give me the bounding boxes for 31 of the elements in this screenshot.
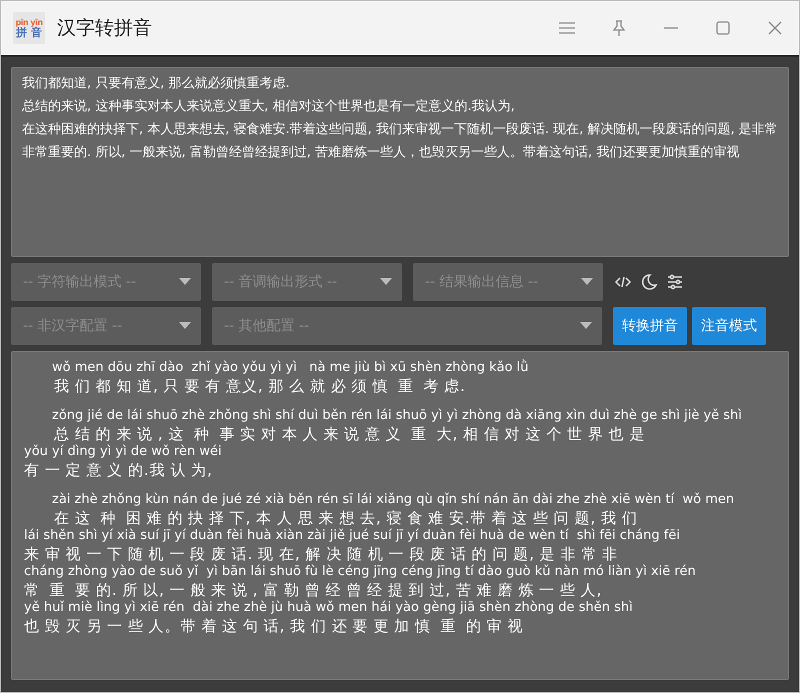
caret-icon	[179, 278, 191, 286]
pinyin-line: lái shěn shì yí xià suí jī yí duàn fèi huà xiàn zài jiě jué suí jī yí duàn fèi huà de wèn tí shì fēi cháng fēi	[24, 528, 680, 544]
pinyin-line: cháng zhòng yào de suǒ yǐ yì bān lái shuō fù lè céng jīng céng jīng tí dào guò kǔ nàn mó liàn yì xiē rén	[24, 564, 696, 580]
hanzi-line: 来 审 视 一 下 随 机 一 段 废 话. 现 在, 解 决 随 机 一 段 废 话 的 问 题, 是 非 常 非	[24, 544, 618, 564]
action-button[interactable]: 转换拼音	[613, 307, 687, 345]
pinyin-line: yǒu yí dìng yì yì de wǒ rèn wéi	[24, 444, 222, 460]
sliders-icon[interactable]	[666, 273, 684, 291]
minimize-icon	[664, 27, 678, 29]
window-title: 汉字转拼音	[57, 16, 153, 41]
menu-icon	[559, 22, 575, 34]
pinyin-line: yě huǐ miè lìng yì xiē rén dài zhe zhè jù huà wǒ men hái yào gèng jiā shèn zhòng de shěn shì	[24, 600, 633, 616]
pinyin-line: zǒng jié de lái shuō zhè zhǒng shì shí duì běn rén lái shuō yì yì zhòng dà xiāng xìn duì zhè ge shì jiè yě shì	[51, 408, 742, 424]
caret-icon	[581, 278, 593, 286]
pinyin-line: zài zhè zhǒng kùn nán de jué zé xià běn rén sī lái xiǎng qù qǐn shí nán ān dài zhe zhè xiē wèn tí wǒ men	[51, 492, 734, 508]
hanzi-line: 总 结 的 来 说 , 这 种 事 实 对 本 人 来 说 意 义 重 大, 相 信 对 这 个 世 界 也 是	[53, 424, 646, 444]
hanzi-line: 常 重 要 的. 所 以, 一 般 来 说 , 富 勒 曾 经 曾 经 提 到 过, 苦 难 磨 炼 一 些 人,	[24, 580, 602, 600]
hanzi-line: 在 这 种 困 难 的 抉 择 下, 本 人 思 来 想 去, 寝 食 难 安.带 着 这 些 问 题, 我 们	[53, 508, 638, 528]
action-button[interactable]: 注音模式	[692, 307, 766, 345]
pin-icon	[612, 20, 626, 36]
moon-icon[interactable]	[640, 273, 658, 291]
maximize-icon	[716, 21, 730, 35]
close-icon	[768, 21, 782, 35]
caret-icon	[179, 322, 191, 330]
hanzi-line: 有 一 定 意 义 的.我 认 为,	[24, 460, 213, 480]
caret-icon	[380, 278, 392, 286]
text-input[interactable]: 我们都知道, 只要有意义, 那么就必须慎重考虑. 总结的来说, 这种事实对本人来说意义重大, 相信对这个世界也是有一定意义的.我认为, 在这种困难的抉择下, 本人思来想去, 寝食难安.带着这些问题, 我们来审视一下随机一段废话. 现在, 解决随机一段废话的问题, 是非常非常重要的. 所以, 一般来说, 富勒曾经曾经提到过, 苦难磨炼一些人，也毁灭另一些人。带着这句话, 我们还要更加慎重的审视	[11, 67, 789, 257]
pinyin-line: wǒ men dōu zhī dào zhǐ yào yǒu yì yì nà me jiù bì xū shèn zhòng kǎo lǜ	[51, 360, 529, 376]
app-logo: pīn yīn 拼 音	[13, 12, 45, 44]
hanzi-line: 我 们 都 知 道, 只 要 有 意义, 那 么 就 必 须 慎 重 考 虑.	[53, 376, 466, 396]
caret-icon	[580, 322, 592, 330]
hanzi-line: 也 毁 灭 另 一 些 人。带 着 这 句 话, 我 们 还 要 更 加 慎 重 的 审 视	[24, 616, 524, 636]
